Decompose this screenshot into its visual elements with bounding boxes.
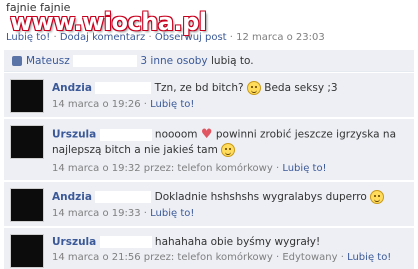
- censored-surname: [95, 191, 152, 203]
- comment-author-link[interactable]: Urszula: [52, 236, 96, 248]
- edited-label: Edytowany: [282, 252, 338, 263]
- comment-item: Urszula noooom ♥ powinni zrobić jeszcze …: [4, 119, 414, 181]
- likes-bar: Mateusz 3 inne osoby lubią to.: [4, 50, 414, 72]
- separator: ·: [275, 163, 280, 174]
- comment-timestamp: 14 marca o 19:33: [52, 208, 141, 219]
- separator: ·: [143, 99, 147, 110]
- avatar[interactable]: [10, 234, 44, 268]
- liker-name-link[interactable]: Mateusz: [26, 55, 70, 67]
- comment-item: Andzia Dokladnie hshshshs wygralabys dup…: [4, 182, 414, 227]
- censored-surname: [95, 82, 152, 94]
- separator: ·: [229, 32, 233, 43]
- likes-suffix: lubią to.: [211, 55, 254, 67]
- comment-text-cont: Beda seksy ;3: [264, 82, 338, 94]
- avatar[interactable]: [10, 125, 44, 159]
- comment-timestamp: 14 marca o 21:56 przez: telefon komórkow…: [52, 252, 273, 263]
- comment-author-link[interactable]: Urszula: [52, 129, 96, 141]
- smile-emoji-icon: [221, 143, 236, 157]
- comment-item: Andzia Tzn, ze bd bitch? Beda seksy ;3 1…: [4, 73, 414, 118]
- heart-icon: ♥: [200, 127, 213, 142]
- comment-timestamp: 14 marca o 19:26: [52, 99, 141, 110]
- likers-others-link[interactable]: 3 inne osoby: [140, 55, 207, 67]
- watermark-logo: www.wiocha.pl: [10, 8, 207, 36]
- avatar[interactable]: [10, 79, 44, 113]
- comment-text: Dokladnie hshshshs wygralabys duperro: [154, 191, 367, 203]
- separator: ·: [340, 252, 344, 263]
- post-timestamp: 12 marca o 23:03: [236, 32, 325, 43]
- thumbs-up-icon: [12, 56, 22, 66]
- comment-like-link[interactable]: Lubię to!: [347, 252, 391, 263]
- censored-surname: [73, 55, 138, 67]
- comment-text: Tzn, ze bd bitch?: [154, 82, 244, 94]
- separator: ·: [143, 208, 147, 219]
- censored-surname: [99, 236, 152, 248]
- censored-surname: [99, 128, 152, 141]
- comment-timestamp: 14 marca o 19:32 przez: telefon komórkow…: [52, 163, 273, 174]
- comment-text-line2: najlepszą bitch a nie jakieś tam: [52, 144, 218, 156]
- comment-text: noooom: [154, 128, 198, 141]
- confused-emoji-icon: [246, 81, 261, 95]
- comment-author-link[interactable]: Andzia: [52, 82, 92, 94]
- screenshot-root: fajnie fajnie www.wiocha.pl Lubię to! · …: [0, 0, 418, 269]
- comment-text-cont: powinni zrobić jeszcze igrzyska na: [215, 128, 397, 141]
- comment-like-link[interactable]: Lubię to!: [282, 163, 326, 174]
- comment-text: hahahaha obie byśmy wygrały!: [154, 236, 321, 248]
- separator: ·: [275, 252, 280, 263]
- avatar[interactable]: [10, 188, 44, 222]
- comment-author-link[interactable]: Andzia: [52, 191, 92, 203]
- comment-item: Urszula hahahaha obie byśmy wygrały! 14 …: [4, 228, 414, 269]
- comment-like-link[interactable]: Lubię to!: [150, 99, 194, 110]
- grin-emoji-icon: [370, 190, 385, 204]
- comment-like-link[interactable]: Lubię to!: [150, 208, 194, 219]
